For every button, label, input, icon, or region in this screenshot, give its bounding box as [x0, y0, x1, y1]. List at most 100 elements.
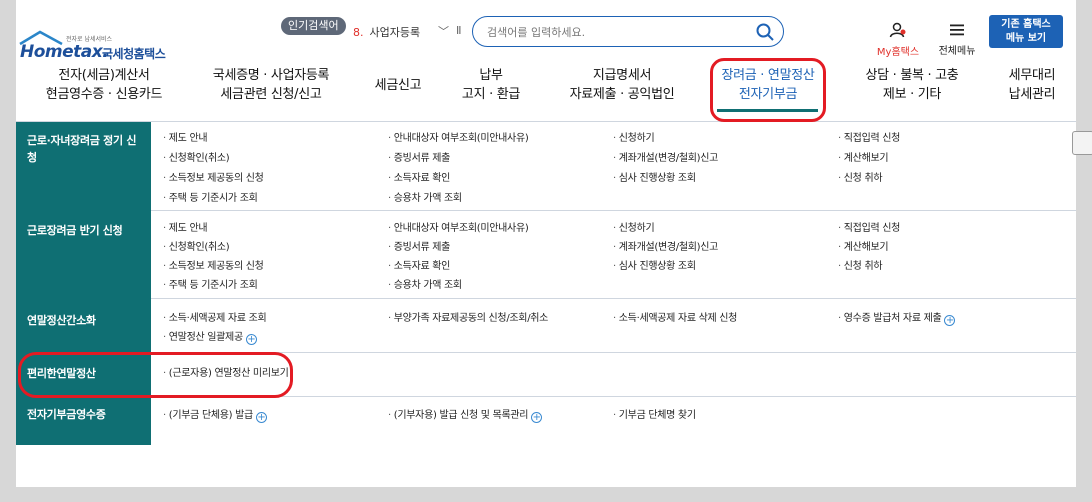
- submenu-link[interactable]: 증빙서류 제출: [388, 149, 451, 164]
- submenu-link[interactable]: 승용차 가액 조회: [388, 276, 462, 291]
- submenu-link[interactable]: 안내대상자 여부조회(미안내사유): [388, 219, 529, 234]
- popular-search-badge: 인기검색어: [281, 17, 346, 35]
- nav-item-line1: 납부: [479, 68, 503, 83]
- submenu-link[interactable]: 소득정보 제공동의 신청: [163, 257, 264, 272]
- search-input[interactable]: [485, 23, 749, 41]
- hamburger-icon: [950, 24, 964, 36]
- submenu-link[interactable]: 직접입력 신청: [838, 129, 901, 144]
- nav-item-e-invoice[interactable]: 전자(세금)계산서 현금영수증 · 신용카드: [34, 66, 174, 104]
- search-icon[interactable]: [755, 22, 775, 42]
- nav-item-line1: 전자(세금)계산서: [58, 68, 150, 83]
- nav-item-line1: 지급명세서: [592, 68, 652, 83]
- logo-korean-name: 국세청홈택스: [102, 47, 166, 61]
- user-icon: [889, 22, 906, 38]
- nav-item-line2: 고지 · 환급: [461, 87, 521, 102]
- submenu-link[interactable]: 주택 등 기준시가 조회: [163, 276, 258, 291]
- submenu-link[interactable]: 신청하기: [613, 219, 655, 234]
- submenu-link-text: (기부자용) 발급 신청 및 목록관리: [393, 410, 529, 421]
- nav-item-line2: 제보 · 기타: [882, 87, 942, 102]
- submenu-link[interactable]: 신청 취하: [838, 257, 883, 272]
- nav-item-line1: 상담 · 불복 · 고충: [865, 68, 959, 83]
- submenu-link[interactable]: 승용차 가액 조회: [388, 189, 462, 204]
- classic-menu-line1: 기존 홈택스: [1001, 19, 1051, 30]
- side-scroll-tab[interactable]: [1072, 131, 1092, 155]
- nav-item-consultation[interactable]: 상담 · 불복 · 고충 제보 · 기타: [851, 66, 973, 104]
- submenu-row-title[interactable]: 근로장려금 반기 신청: [27, 222, 145, 239]
- popular-search-text: 사업자등록: [369, 26, 421, 39]
- highlight-annotation-nav: [710, 58, 826, 122]
- nav-item-line1: 세금신고: [374, 78, 422, 93]
- popular-search-rank: 8.: [353, 26, 364, 39]
- submenu-row: 근로·자녀장려금 정기 신청 제도 안내 안내대상자 여부조회(미안내사유) 신…: [16, 122, 1076, 211]
- nav-item-line1: 세무대리: [1008, 68, 1056, 83]
- nav-item-certificates[interactable]: 국세증명 · 사업자등록 세금관련 신청/신고: [196, 66, 346, 104]
- classic-menu-button[interactable]: 기존 홈택스 메뉴 보기: [989, 15, 1063, 48]
- submenu-link[interactable]: 제도 안내: [163, 129, 208, 144]
- submenu-link[interactable]: 심사 진행상황 조회: [613, 257, 696, 272]
- all-menu-label: 전체메뉴: [938, 46, 976, 57]
- submenu-link[interactable]: 주택 등 기준시가 조회: [163, 189, 258, 204]
- nav-item-line1: 국세증명 · 사업자등록: [212, 68, 330, 83]
- submenu-link-with-plus[interactable]: 연말정산 일괄제공+: [163, 328, 257, 345]
- hometax-logo[interactable]: 전자로 납세서비스 Hometax. 국세청홈택스: [16, 16, 176, 62]
- submenu-row-header: 근로장려금 반기 신청: [16, 211, 151, 299]
- submenu-link[interactable]: 계좌개설(변경/철회)신고: [613, 149, 719, 164]
- my-hometax-button[interactable]: My홈택스: [873, 22, 923, 58]
- nav-item-line2: 자료제출 · 공익법인: [569, 87, 675, 102]
- submenu-link[interactable]: 계산해보기: [838, 149, 889, 164]
- submenu-link[interactable]: 제도 안내: [163, 219, 208, 234]
- submenu-link[interactable]: 신청확인(취소): [163, 238, 230, 253]
- chevron-down-icon[interactable]: ﹀: [438, 23, 449, 39]
- nav-item-line2: 세금관련 신청/신고: [220, 87, 322, 102]
- submenu-link[interactable]: 기부금 단체명 찾기: [613, 406, 696, 421]
- submenu-link[interactable]: 신청확인(취소): [163, 149, 230, 164]
- submenu-link[interactable]: 소득·세액공제 자료 삭제 신청: [613, 309, 738, 324]
- submenu-link[interactable]: 계산해보기: [838, 238, 889, 253]
- submenu-link[interactable]: 소득자료 확인: [388, 257, 451, 272]
- submenu-link-text: 영수증 발급처 자료 제출: [843, 313, 942, 324]
- highlight-annotation-row: [18, 352, 293, 398]
- hometax-page: 전자로 납세서비스 Hometax. 국세청홈택스 인기검색어 8. 사업자등록 …: [16, 0, 1076, 487]
- plus-icon[interactable]: +: [531, 412, 543, 423]
- submenu-row-header: 전자기부금영수증: [16, 397, 151, 445]
- submenu-link-with-plus[interactable]: (기부자용) 발급 신청 및 목록관리+: [388, 406, 543, 423]
- popular-search-term[interactable]: 8. 사업자등록: [353, 24, 420, 40]
- search-box: [472, 16, 784, 47]
- submenu-row-header: 연말정산간소화: [16, 299, 151, 353]
- submenu-link[interactable]: 신청 취하: [838, 169, 883, 184]
- nav-item-payment-statement[interactable]: 지급명세서 자료제출 · 공익법인: [557, 66, 687, 104]
- nav-item-tax-agent[interactable]: 세무대리 납세관리: [992, 66, 1072, 104]
- submenu-link[interactable]: 안내대상자 여부조회(미안내사유): [388, 129, 529, 144]
- submenu-link[interactable]: 소득정보 제공동의 신청: [163, 169, 264, 184]
- submenu-link[interactable]: 심사 진행상황 조회: [613, 169, 696, 184]
- pause-icon[interactable]: II: [456, 24, 461, 37]
- nav-item-payment[interactable]: 납부 고지 · 환급: [446, 66, 536, 104]
- submenu-row-title[interactable]: 근로·자녀장려금 정기 신청: [27, 132, 145, 166]
- submenu-row-title[interactable]: 연말정산간소화: [27, 312, 145, 329]
- submenu-row: 전자기부금영수증 (기부금 단체용) 발급+ (기부자용) 발급 신청 및 목록…: [16, 397, 1076, 445]
- submenu-row: 연말정산간소화 소득·세액공제 자료 조회 부양가족 자료제공동의 신청/조회/…: [16, 299, 1076, 353]
- submenu-link[interactable]: 신청하기: [613, 129, 655, 144]
- nav-item-line2: 현금영수증 · 신용카드: [45, 87, 163, 102]
- main-nav: 전자(세금)계산서 현금영수증 · 신용카드 국세증명 · 사업자등록 세금관련…: [16, 66, 1076, 114]
- submenu-link-text: (기부금 단체용) 발급: [168, 410, 253, 421]
- submenu-link-text: 연말정산 일괄제공: [168, 332, 243, 343]
- plus-icon[interactable]: +: [245, 334, 257, 345]
- nav-item-tax-filing[interactable]: 세금신고: [358, 76, 438, 95]
- logo-wordmark: Hometax.: [20, 42, 109, 62]
- submenu-link[interactable]: 증빙서류 제출: [388, 238, 451, 253]
- submenu-row-title[interactable]: 전자기부금영수증: [27, 406, 145, 423]
- submenu-link[interactable]: 부양가족 자료제공동의 신청/조회/취소: [388, 309, 549, 324]
- submenu-link-with-plus[interactable]: (기부금 단체용) 발급+: [163, 406, 267, 423]
- plus-icon[interactable]: +: [255, 412, 267, 423]
- submenu-link[interactable]: 소득자료 확인: [388, 169, 451, 184]
- submenu-link[interactable]: 소득·세액공제 자료 조회: [163, 309, 267, 324]
- my-hometax-label: My홈택스: [876, 47, 920, 58]
- all-menu-button[interactable]: 전체메뉴: [934, 22, 980, 57]
- submenu-link[interactable]: 계좌개설(변경/철회)신고: [613, 238, 719, 253]
- submenu-link-with-plus[interactable]: 영수증 발급처 자료 제출+: [838, 309, 956, 326]
- classic-menu-line2: 메뉴 보기: [1005, 33, 1047, 44]
- submenu-row-header: 근로·자녀장려금 정기 신청: [16, 122, 151, 211]
- plus-icon[interactable]: +: [944, 315, 956, 326]
- submenu-link[interactable]: 직접입력 신청: [838, 219, 901, 234]
